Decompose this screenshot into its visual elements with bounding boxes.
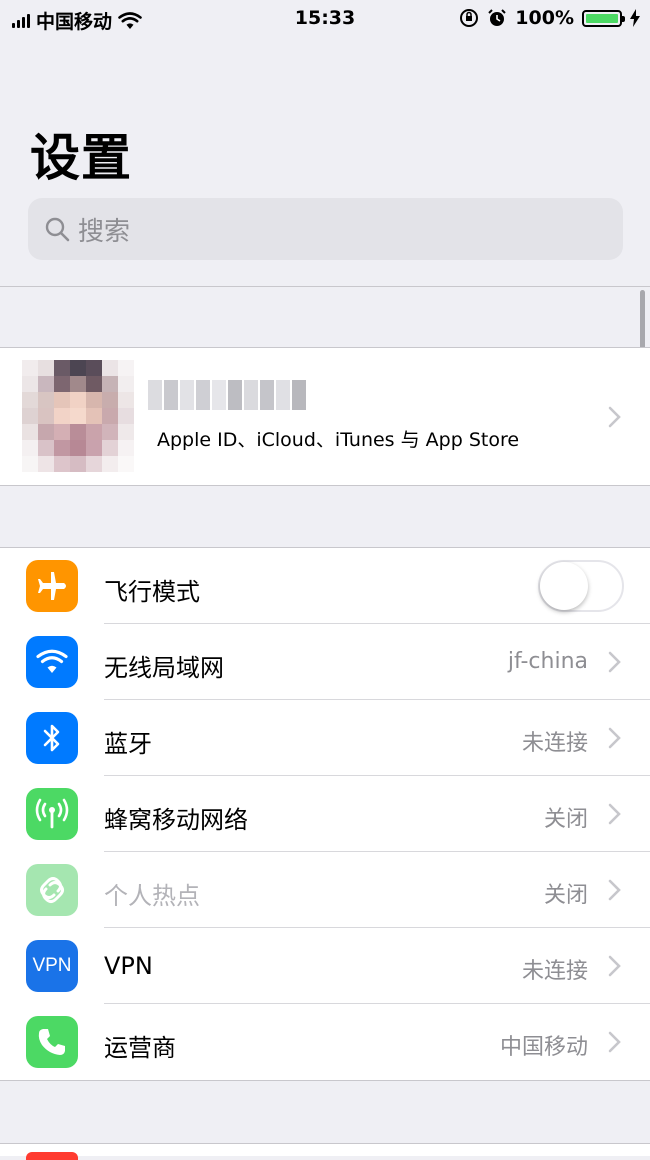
battery-percent: 100% [515,7,574,29]
search-icon [45,217,70,242]
chevron-right-icon [608,1031,621,1053]
next-section-peek [0,1143,650,1160]
settings-row-cellular[interactable]: 蜂窝移动网络 关闭 [0,776,650,852]
alarm-icon [488,9,507,26]
settings-row-personal-hotspot[interactable]: 个人热点 关闭 [0,852,650,928]
status-right: 100% [459,7,640,29]
chevron-right-icon [608,651,621,673]
apple-id-subtitle: Apple ID、iCloud、iTunes 与 App Store [157,429,520,451]
page-title: 设置 [30,129,132,187]
chevron-right-icon [608,955,621,977]
wifi-icon [26,636,78,688]
settings-value: 未连接 [521,959,588,984]
hotspot-icon [26,864,78,916]
settings-value: 中国移动 [499,1035,588,1060]
settings-label: 运营商 [104,1034,176,1062]
settings-label: 蓝牙 [104,730,152,758]
airplane-mode-toggle[interactable] [538,560,624,612]
chevron-right-icon [608,803,621,825]
search-input[interactable]: 搜索 [28,198,623,260]
orientation-lock-icon [460,9,479,27]
cellular-icon [26,788,78,840]
settings-label: 飞行模式 [104,578,200,606]
apple-id-row[interactable]: Apple ID、iCloud、iTunes 与 App Store [0,347,650,486]
chevron-right-icon [608,727,621,749]
settings-list: 飞行模式 无线局域网 jf-china 蓝牙 未连接 蜂窝移动网络 关闭 个人热… [0,547,650,1081]
bluetooth-icon [26,712,78,764]
settings-label: 蜂窝移动网络 [104,806,248,834]
settings-value: 关闭 [543,807,588,832]
chevron-right-icon [608,879,621,901]
name-redacted [148,380,306,410]
settings-row-wifi[interactable]: 无线局域网 jf-china [0,624,650,700]
avatar [22,360,134,472]
battery-icon [582,9,625,27]
search-placeholder: 搜索 [78,216,131,247]
section-divider [0,286,650,287]
status-bar: 中国移动 15:33 100% [0,0,650,40]
settings-row-vpn[interactable]: VPN VPN 未连接 [0,928,650,1004]
vpn-icon: VPN [26,940,78,992]
settings-value: jf-china [507,649,588,674]
settings-row-bluetooth[interactable]: 蓝牙 未连接 [0,700,650,776]
settings-row-airplane-mode: 飞行模式 [0,548,650,624]
settings-label: 个人热点 [104,882,200,910]
settings-value: 未连接 [521,731,588,756]
charging-icon [630,9,640,27]
settings-value: 关闭 [543,883,588,908]
phone-icon [26,1016,78,1068]
settings-label: 无线局域网 [104,654,224,682]
settings-row-carrier[interactable]: 运营商 中国移动 [0,1004,650,1080]
airplane-icon [26,560,78,612]
chevron-right-icon [608,406,621,428]
settings-label: VPN [104,952,153,980]
